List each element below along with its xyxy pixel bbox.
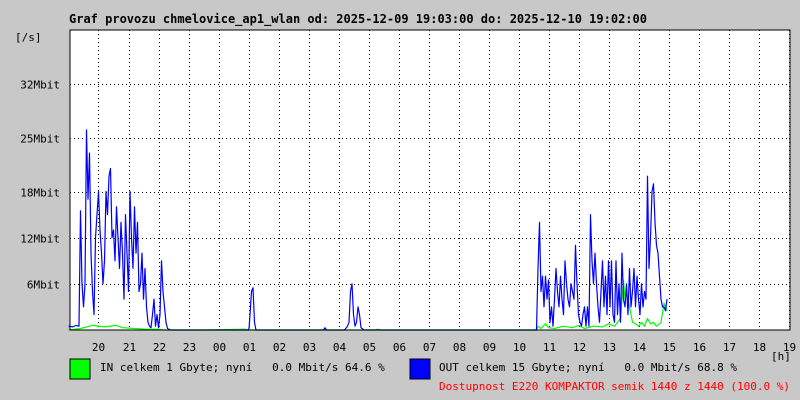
x-tick-label: 22 <box>153 341 166 354</box>
x-tick-label: 15 <box>663 341 676 354</box>
x-tick-label: 04 <box>333 341 347 354</box>
availability-text: Dostupnost E220 KOMPAKTOR semik 1440 z 1… <box>439 380 790 393</box>
legend-in-swatch <box>69 358 91 380</box>
legend-out-swatch <box>409 358 431 380</box>
y-axis-ticks: 6Mbit 12Mbit 18Mbit 25Mbit 32Mbit <box>20 79 60 292</box>
y-axis-unit-label: [/s] <box>15 31 42 44</box>
legend-in-text: IN celkem 1 Gbyte; nyní 0.0 Mbit/s 64.6 … <box>100 361 385 374</box>
x-tick-label: 05 <box>363 341 376 354</box>
y-tick-label: 6Mbit <box>27 279 60 292</box>
x-tick-label: 11 <box>543 341 556 354</box>
y-tick-label: 25Mbit <box>20 133 60 146</box>
x-tick-label: 07 <box>423 341 436 354</box>
y-tick-label: 18Mbit <box>20 187 60 200</box>
x-tick-label: 12 <box>573 341 586 354</box>
x-tick-label: 01 <box>243 341 256 354</box>
y-tick-label: 12Mbit <box>20 233 60 246</box>
x-tick-label: 18 <box>753 341 766 354</box>
x-tick-label: 03 <box>303 341 316 354</box>
x-tick-label: 00 <box>213 341 226 354</box>
x-tick-label: 08 <box>453 341 466 354</box>
x-axis-unit-label: [h] <box>771 350 791 363</box>
x-tick-label: 13 <box>603 341 616 354</box>
x-tick-label: 14 <box>633 341 647 354</box>
x-tick-label: 09 <box>483 341 496 354</box>
x-tick-label: 16 <box>693 341 706 354</box>
legend-out-text: OUT celkem 15 Gbyte; nyní 0.0 Mbit/s 68.… <box>439 361 737 374</box>
x-tick-label: 06 <box>393 341 406 354</box>
x-tick-label: 10 <box>513 341 526 354</box>
x-tick-label: 20 <box>92 341 105 354</box>
y-tick-label: 32Mbit <box>20 79 60 92</box>
x-tick-label: 02 <box>273 341 286 354</box>
chart-title: Graf provozu chmelovice_ap1_wlan od: 202… <box>69 12 647 27</box>
x-tick-label: 21 <box>123 341 136 354</box>
x-tick-label: 23 <box>183 341 196 354</box>
traffic-graph: Graf provozu chmelovice_ap1_wlan od: 202… <box>15 12 796 393</box>
x-tick-label: 17 <box>723 341 736 354</box>
x-axis-ticks: 20 21 22 23 00 01 02 03 04 05 06 07 08 09 10 11 12 13 14 15… <box>92 341 796 354</box>
